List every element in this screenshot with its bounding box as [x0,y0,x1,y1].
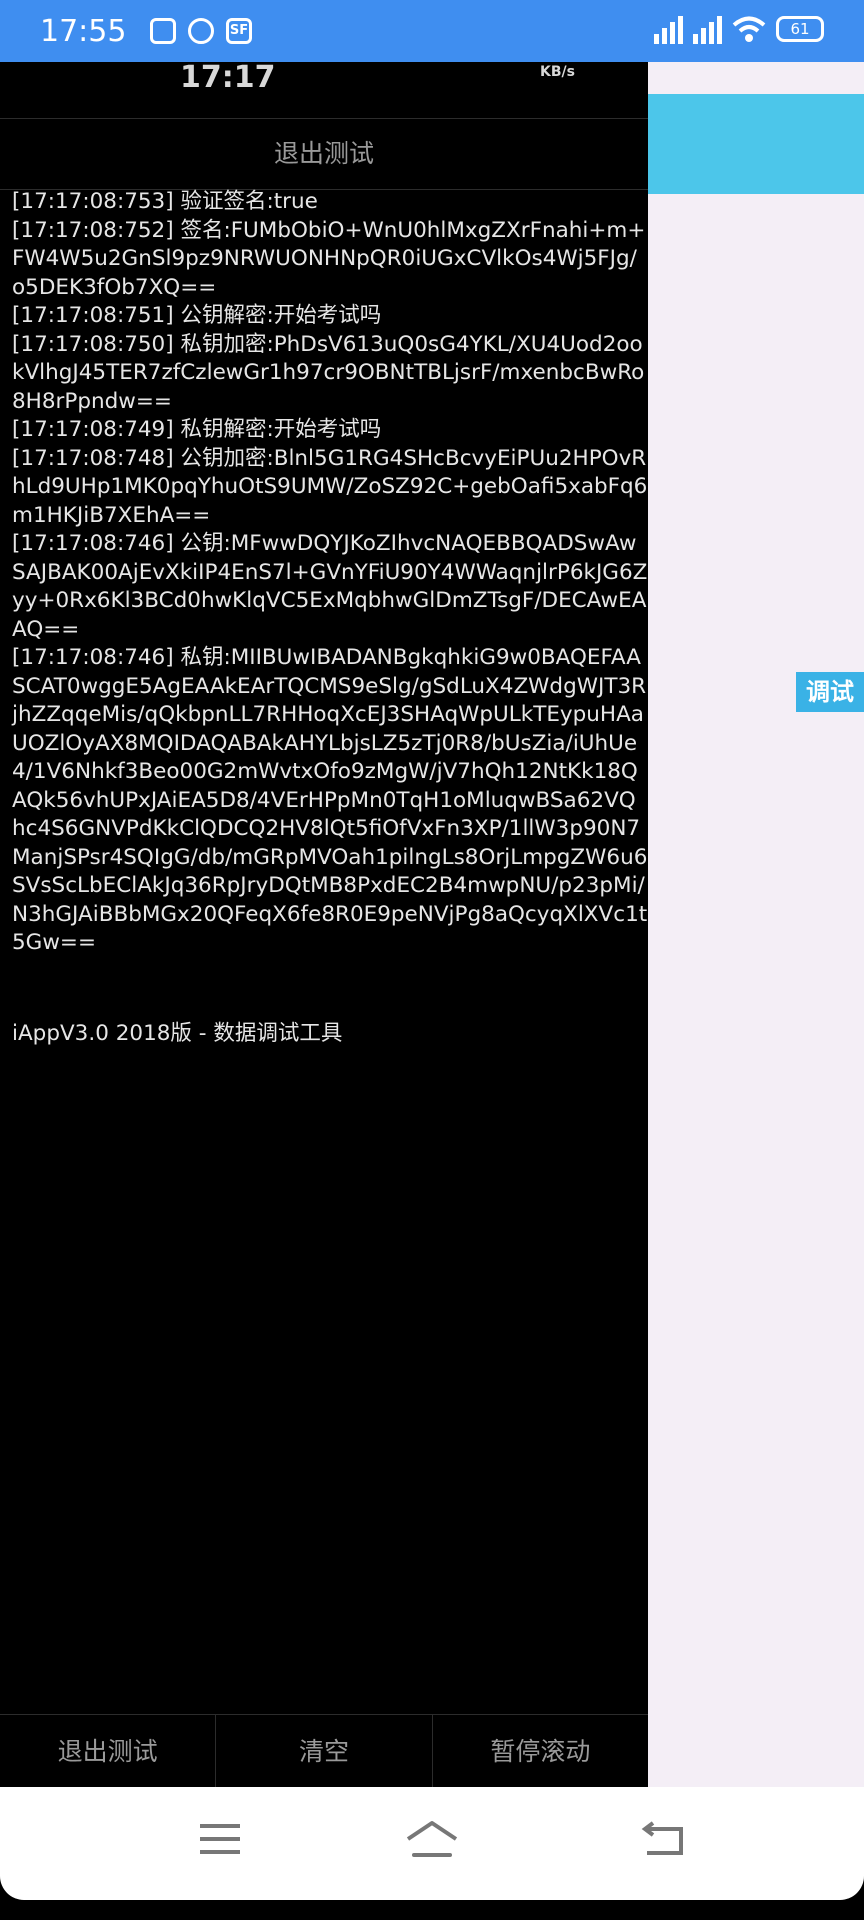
log-entry: [17:17:08:748] 公钥加密:Blnl5G1RG4SHcBcvyEiP… [12,445,648,528]
screen-bottom-edge [0,1900,864,1920]
ghost-time: 17:17 [180,62,276,95]
battery-icon: 61 [776,16,824,42]
notification-icon [150,18,176,44]
signal-icon-2 [693,14,722,44]
log-spacer [0,958,648,1020]
ghost-speed-unit: KB/s [540,64,575,80]
log-panel: 17:17 KB/s 退出测试 [17:17:08:753] 验证签名:true… [0,62,648,1788]
status-right-icons: 61 [654,14,824,44]
back-icon[interactable] [633,1815,693,1865]
status-time: 17:55 [40,14,127,49]
debug-tab-button[interactable]: 调试 [796,672,864,712]
navigation-bar [0,1787,864,1900]
status-bar: 17:55 SF 61 [0,0,864,62]
background-app-header [648,94,864,194]
log-output: [17:17:08:753] 验证签名:true [17:17:08:752] … [0,188,648,1776]
app-footer-title: iAppV3.0 2018版 - 数据调试工具 [12,1020,343,1046]
alarm-icon [188,18,214,44]
bottom-action-bar: 退出测试 清空 暂停滚动 [0,1714,648,1788]
log-entry: [17:17:08:751] 公钥解密:开始考试吗 [12,303,382,328]
background-app-panel: 调试 [648,62,864,1787]
underlying-status-overlay: 17:17 KB/s [0,62,648,118]
menu-icon[interactable] [190,1815,250,1865]
exit-test-header-button[interactable]: 退出测试 [0,118,648,190]
log-entry: [17:17:08:746] 公钥:MFwwDQYJKoZIhvcNAQEBBQ… [12,531,648,642]
status-left-icons: SF [150,18,252,44]
log-entry: [17:17:08:753] 验证签名:true [12,189,318,214]
log-entry: [17:17:08:749] 私钥解密:开始考试吗 [12,417,382,442]
wifi-icon [732,16,766,42]
exit-test-button[interactable]: 退出测试 [0,1715,217,1788]
pause-scroll-button[interactable]: 暂停滚动 [433,1715,648,1788]
log-entry: [17:17:08:746] 私钥:MIIBUwIBADANBgkqhkiG9w… [12,645,648,955]
signal-icon [654,14,683,44]
sf-icon: SF [226,18,252,44]
home-icon[interactable] [402,1815,462,1865]
log-entry: [17:17:08:750] 私钥加密:PhDsV613uQ0sG4YKL/XU… [12,331,645,414]
clear-button[interactable]: 清空 [216,1715,433,1788]
log-entry: [17:17:08:752] 签名:FUMbObiO+WnU0hlMxgZXrF… [12,217,646,300]
